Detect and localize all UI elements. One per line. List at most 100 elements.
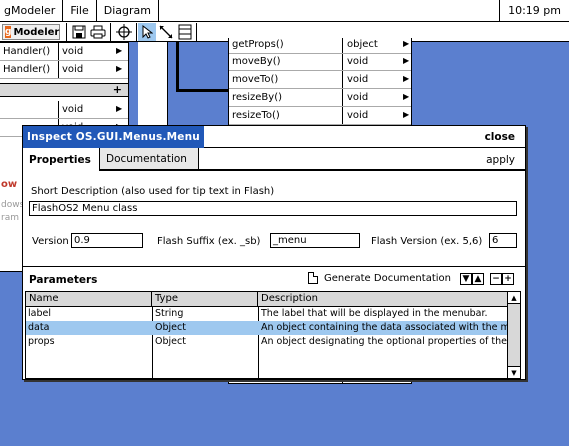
param-type: String [155,308,184,319]
method-type: void [62,104,84,115]
expand-arrow-icon[interactable]: ▶ [403,56,409,65]
method-row[interactable]: void ▶ [0,101,128,119]
expand-arrow-icon[interactable]: ▶ [116,104,122,113]
print-icon[interactable] [89,23,107,41]
parameters-title: Parameters [29,274,98,286]
method-name: resizeBy() [232,92,283,103]
add-parameter-button[interactable]: + [502,273,514,285]
param-type: Object [155,336,186,347]
param-description: An object designating the optional prope… [261,336,509,347]
gmodeler-logo: g Modeler [2,24,60,40]
inspector-titlebar[interactable]: Inspect OS.GUI.Menus.Menu close [23,126,525,148]
method-name: getProps() [232,39,284,50]
flash-version-label: Flash Version (ex. 5,6) [371,236,483,247]
vertical-scrollbar[interactable]: ▲ ▼ [507,292,520,378]
param-name: data [28,322,50,333]
remove-parameter-button[interactable]: − [490,273,502,285]
column-header-name[interactable]: Name [26,292,152,307]
param-name: props [28,336,55,347]
toolbar-separator [196,23,197,41]
method-type: void [347,56,369,67]
parameters-table: Name Type Description label String The l… [25,291,521,379]
column-header-description[interactable]: Description [258,292,509,307]
method-row[interactable]: getProps() object ▶ [229,36,411,54]
logo-text: Modeler [13,26,60,38]
method-row[interactable]: resizeBy() void ▶ [229,89,411,107]
tab-documentation[interactable]: Documentation [100,148,199,170]
method-name: resizeTo() [232,110,280,121]
clock: 10:19 pm [499,0,569,22]
expand-arrow-icon[interactable]: ▶ [116,64,122,73]
toolbar-separator [136,23,137,41]
toolbar-separator [110,23,111,41]
method-type: void [62,46,84,57]
expand-arrow-icon[interactable]: ▶ [403,92,409,101]
save-icon[interactable] [70,23,88,41]
scroll-down-icon[interactable]: ▼ [508,366,520,378]
method-row[interactable]: moveTo() void ▶ [229,71,411,89]
short-description-label: Short Description (also used for tip tex… [31,186,275,197]
tab-strip-filler [199,148,525,170]
param-description: The label that will be displayed in the … [261,308,488,319]
class-fragment-text: dows [1,200,25,210]
short-description-field[interactable]: FlashOS2 Menu class [29,201,517,216]
document-icon [308,272,318,284]
method-name: moveBy() [232,56,281,67]
table-row[interactable]: props Object An object designating the o… [26,335,509,349]
method-type: void [347,74,369,85]
apply-button[interactable]: apply [486,154,515,166]
association-line [176,89,228,92]
param-type: Object [155,322,186,333]
association-line [176,42,179,92]
move-up-button[interactable]: ▲ [472,273,484,285]
tab-properties[interactable]: Properties [23,148,100,171]
version-label: Version [32,236,69,247]
diagram-menu[interactable]: Diagram [97,0,159,22]
scroll-up-icon[interactable]: ▲ [508,292,520,304]
method-name: moveTo() [232,74,279,85]
table-row[interactable]: label String The label that will be disp… [26,307,507,321]
flash-suffix-field[interactable]: _menu [270,233,360,248]
method-type: void [62,64,84,75]
file-menu[interactable]: File [63,0,97,22]
pointer-tool-icon[interactable] [138,23,156,41]
column-header-type[interactable]: Type [152,292,258,307]
param-description: An object containing the data associated… [261,322,509,333]
inspector-title: Inspect OS.GUI.Menus.Menu [23,126,204,148]
flash-suffix-label: Flash Suffix (ex. _sb) [157,236,261,247]
expand-arrow-icon[interactable]: ▶ [403,74,409,83]
logo-mark: g [5,26,12,38]
class-tool-icon[interactable] [176,23,194,41]
method-type: object [347,39,378,50]
method-row[interactable]: moveBy() void ▶ [229,53,411,71]
method-name: Handler() [3,64,51,75]
method-name: Handler() [3,46,51,57]
app-menu[interactable]: gModeler [0,0,64,22]
add-method-button[interactable]: + [113,83,122,96]
expand-arrow-icon[interactable]: ▶ [403,110,409,119]
class-fragment-text: ow [1,179,18,190]
method-type: void [347,92,369,103]
table-header: Name Type Description [26,292,507,307]
param-name: label [28,308,51,319]
canvas-panel [138,42,168,126]
move-down-button[interactable]: ▼ [460,273,472,285]
close-button[interactable]: close [485,131,515,143]
method-row[interactable]: resizeTo() void ▶ [229,107,411,125]
method-row[interactable]: Handler() void ▶ [0,43,128,61]
inspector-window: Inspect OS.GUI.Menus.Menu close Properti… [22,125,526,380]
crosshair-icon[interactable] [115,23,133,41]
toolbar-separator [66,23,67,41]
version-field[interactable]: 0.9 [71,233,143,248]
expand-arrow-icon[interactable]: ▶ [116,46,122,55]
table-row-selected[interactable]: data Object An object containing the dat… [26,321,509,335]
inspector-tabs: Properties Documentation apply [23,148,525,171]
expand-arrow-icon[interactable]: ▶ [403,39,409,48]
generate-documentation-button[interactable]: Generate Documentation [308,272,451,284]
menubar: gModeler File Diagram 10:19 pm [0,0,569,22]
method-type: void [347,110,369,121]
method-row[interactable]: Handler() void ▶ [0,61,128,79]
section-divider [23,266,525,267]
connector-tool-icon[interactable] [157,23,175,41]
flash-version-field[interactable]: 6 [489,233,517,248]
